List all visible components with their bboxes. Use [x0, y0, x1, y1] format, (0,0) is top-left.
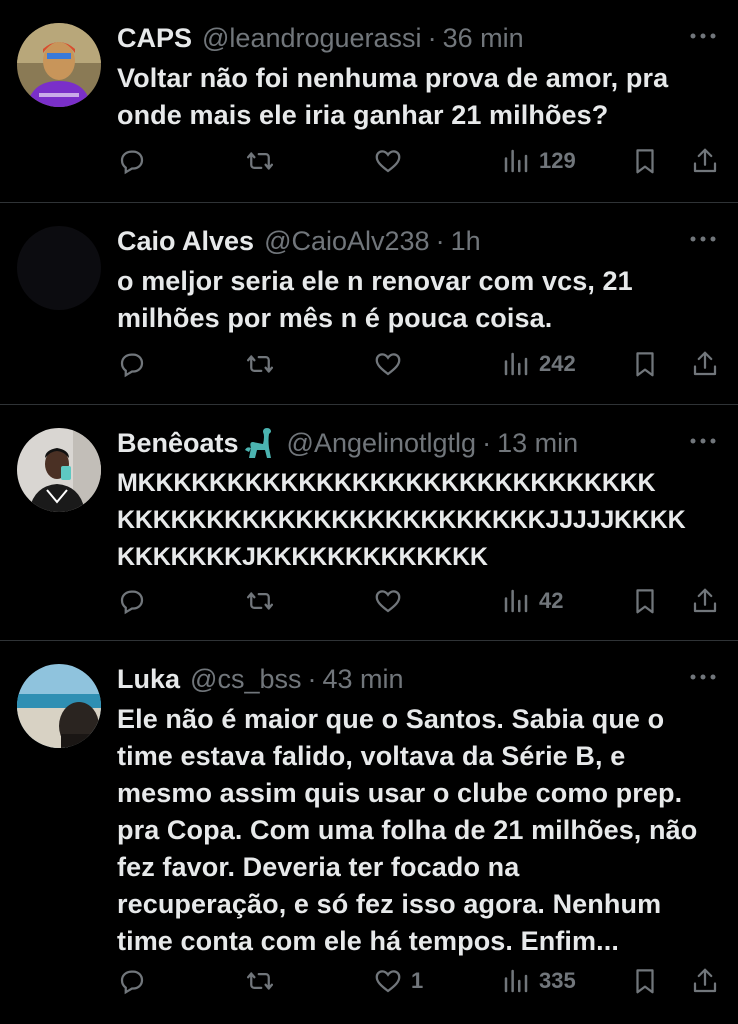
tweet-actions: 42 — [117, 581, 718, 621]
views-button[interactable]: 242 — [501, 344, 576, 384]
avatar-beach-photo-icon — [17, 664, 101, 748]
heart-icon — [375, 590, 401, 613]
tweet-actions: 1 335 — [117, 961, 718, 1001]
reply-icon — [120, 590, 144, 615]
views-button[interactable]: 129 — [501, 141, 576, 181]
bookmark-icon — [636, 969, 654, 994]
bookmark-button[interactable] — [630, 344, 660, 384]
reply-button[interactable] — [117, 961, 155, 1001]
views-chart-icon — [504, 352, 528, 376]
tweet[interactable]: Luka @cs_bss · 43 min Ele não é maior qu… — [0, 641, 738, 1024]
retweet-button[interactable] — [245, 141, 283, 181]
like-button[interactable] — [373, 581, 411, 621]
avatar[interactable] — [17, 226, 101, 310]
heart-icon — [375, 970, 401, 993]
separator-dot: · — [307, 663, 317, 694]
author-name[interactable]: Benêoats — [117, 428, 239, 459]
tweet[interactable]: Benêoats @Angelinotlgtlg · 13 min MKKKKK… — [0, 405, 738, 641]
separator-dot: · — [482, 427, 492, 458]
tweet-timestamp[interactable]: 36 min — [443, 23, 524, 54]
tweet[interactable]: Caio Alves @CaioAlv238 · 1h o meljor ser… — [0, 203, 738, 405]
more-options-icon[interactable] — [688, 229, 718, 249]
like-button[interactable]: 1 — [373, 961, 423, 1001]
reply-button[interactable] — [117, 344, 155, 384]
tweet-timestamp[interactable]: 1h — [451, 226, 481, 257]
retweet-button[interactable] — [245, 581, 283, 621]
retweet-icon — [247, 972, 273, 990]
tweet-actions: 242 — [117, 344, 718, 384]
author-name[interactable]: Caio Alves — [117, 226, 254, 257]
views-chart-icon — [504, 589, 528, 613]
heart-icon — [375, 150, 401, 173]
separator-dot: · — [435, 225, 445, 256]
share-button[interactable] — [690, 141, 720, 181]
retweet-icon — [247, 592, 273, 610]
retweet-button[interactable] — [245, 344, 283, 384]
author-handle[interactable]: @leandroguerassi — [202, 23, 422, 54]
tweet[interactable]: CAPS @leandroguerassi · 36 min Voltar nã… — [0, 0, 738, 203]
reply-button[interactable] — [117, 581, 155, 621]
bookmark-button[interactable] — [630, 961, 660, 1001]
more-options-icon[interactable] — [688, 667, 718, 687]
author-handle[interactable]: @cs_bss — [190, 664, 301, 695]
view-count: 242 — [539, 351, 576, 376]
tweet-text: Voltar não foi nenhuma prova de amor, pr… — [117, 63, 669, 130]
more-options-icon[interactable] — [688, 431, 718, 451]
avatar-dark-icon — [17, 226, 101, 310]
views-button[interactable]: 335 — [501, 961, 576, 1001]
bookmark-button[interactable] — [630, 581, 660, 621]
reply-icon — [120, 150, 144, 175]
like-button[interactable] — [373, 141, 411, 181]
retweet-icon — [247, 355, 273, 373]
tweet-text: o meljor seria ele n renovar com vcs, 21… — [117, 266, 633, 333]
like-button[interactable] — [373, 344, 411, 384]
separator-dot: · — [427, 22, 437, 53]
share-button[interactable] — [690, 344, 720, 384]
author-handle[interactable]: @CaioAlv238 — [264, 226, 430, 257]
views-chart-icon — [504, 969, 528, 993]
reply-button[interactable] — [117, 141, 155, 181]
share-button[interactable] — [690, 961, 720, 1001]
like-count: 1 — [411, 968, 424, 993]
avatar-photo-icon — [17, 428, 101, 512]
avatar-photo-icon — [17, 23, 101, 107]
bookmark-button[interactable] — [630, 141, 660, 181]
more-options-icon[interactable] — [688, 26, 718, 46]
reply-feed: CAPS @leandroguerassi · 36 min Voltar nã… — [0, 0, 738, 1024]
tweet-text: Ele não é maior que o Santos. Sabia que … — [117, 704, 698, 956]
dinosaur-emoji-icon — [243, 426, 277, 460]
view-count: 335 — [539, 968, 576, 993]
share-icon — [693, 588, 717, 613]
share-icon — [693, 351, 717, 376]
avatar[interactable] — [17, 664, 101, 748]
share-button[interactable] — [690, 581, 720, 621]
views-button[interactable]: 42 — [501, 581, 563, 621]
bookmark-icon — [636, 352, 654, 377]
reply-icon — [120, 970, 144, 995]
share-icon — [693, 968, 717, 993]
bookmark-icon — [636, 149, 654, 174]
tweet-timestamp[interactable]: 13 min — [497, 428, 578, 459]
tweet-actions: 129 — [117, 141, 718, 181]
retweet-icon — [247, 152, 273, 170]
views-chart-icon — [504, 149, 528, 173]
author-name[interactable]: Luka — [117, 664, 180, 695]
avatar[interactable] — [17, 23, 101, 107]
reply-icon — [120, 353, 144, 378]
tweet-timestamp[interactable]: 43 min — [322, 664, 403, 695]
view-count: 42 — [539, 588, 564, 613]
author-handle[interactable]: @Angelinotlgtlg — [287, 428, 477, 459]
tweet-text: MKKKKKKKKKKKKKKKKKKKKKKKKKKKKK KKKKKKKKK… — [117, 469, 686, 571]
heart-icon — [375, 353, 401, 376]
avatar[interactable] — [17, 428, 101, 512]
bookmark-icon — [636, 589, 654, 614]
share-icon — [693, 148, 717, 173]
retweet-button[interactable] — [245, 961, 283, 1001]
view-count: 129 — [539, 148, 576, 173]
author-name[interactable]: CAPS — [117, 23, 192, 54]
